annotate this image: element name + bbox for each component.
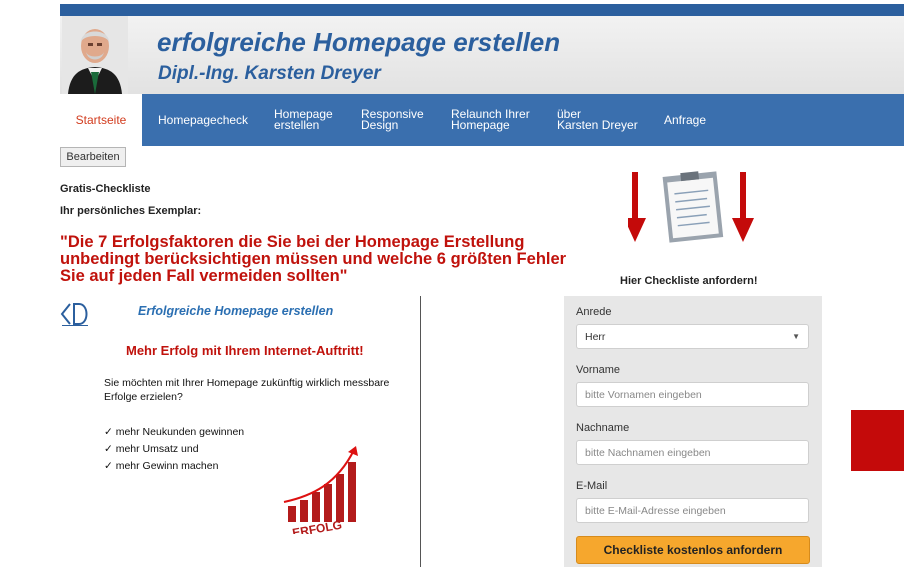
checklist-label: Gratis-Checkliste	[60, 183, 151, 195]
benefit-item: mehr Neukunden gewinnen	[104, 424, 244, 441]
nachname-input[interactable]: bitte Nachnamen eingeben	[576, 440, 809, 465]
nav-item-homepage-erstellen[interactable]: Homepage erstellen	[274, 94, 333, 146]
email-input[interactable]: bitte E-Mail-Adresse eingeben	[576, 498, 809, 523]
vorname-input[interactable]: bitte Vornamen eingeben	[576, 382, 809, 407]
headline: "Die 7 Erfolgsfaktoren die Sie bei der H…	[60, 233, 567, 285]
form-heading: Hier Checkliste anfordern!	[620, 275, 758, 287]
site-title: erfolgreiche Homepage erstellen	[157, 27, 561, 57]
checklist-preview: Erfolgreiche Homepage erstellen Mehr Erf…	[60, 296, 421, 567]
anrede-value: Herr	[585, 330, 606, 343]
vorname-label: Vorname	[576, 364, 621, 376]
benefit-item: mehr Gewinn machen	[104, 458, 244, 475]
benefit-list: mehr Neukunden gewinnen mehr Umsatz und …	[104, 424, 244, 475]
checklist-clipboard-icon	[628, 171, 754, 243]
nav-item-startseite[interactable]: Startseite	[60, 94, 142, 146]
anrede-select[interactable]: Herr ▼	[576, 324, 809, 349]
nav-item-anfrage[interactable]: Anfrage	[664, 94, 706, 146]
site-subtitle: Dipl.-Ing. Karsten Dreyer	[158, 63, 381, 84]
success-chart-graphic: ERFOLG	[283, 446, 358, 534]
side-tab-button[interactable]	[851, 410, 904, 471]
nav-item-responsive-design[interactable]: Responsive Design	[361, 94, 424, 146]
preview-title: Erfolgreiche Homepage erstellen	[138, 304, 334, 318]
preview-intro: Sie möchten mit Ihrer Homepage zukünftig…	[104, 377, 390, 403]
nav-item-relaunch[interactable]: Relaunch Ihrer Homepage	[451, 94, 530, 146]
author-photo	[62, 16, 128, 94]
kd-logo-icon	[60, 303, 88, 326]
nachname-label: Nachname	[576, 422, 630, 434]
main-navigation: Startseite Homepagecheck Homepage erstel…	[60, 94, 904, 146]
nav-item-homepagecheck[interactable]: Homepagecheck	[158, 94, 248, 146]
nav-item-ueber[interactable]: über Karsten Dreyer	[557, 94, 638, 146]
benefit-item: mehr Umsatz und	[104, 441, 244, 458]
request-form: Anrede Herr ▼ Vorname bitte Vornamen ein…	[564, 296, 822, 567]
submit-button[interactable]: Checkliste kostenlos anfordern	[576, 536, 810, 564]
email-label: E-Mail	[576, 480, 608, 492]
edit-button[interactable]: Bearbeiten	[60, 147, 126, 167]
preview-subtitle: Mehr Erfolg mit Ihrem Internet-Auftritt!	[126, 343, 364, 358]
top-bar	[60, 4, 904, 16]
personal-copy-label: Ihr persönliches Exemplar:	[60, 205, 202, 217]
anrede-label: Anrede	[576, 306, 612, 318]
chevron-down-icon: ▼	[792, 332, 800, 341]
